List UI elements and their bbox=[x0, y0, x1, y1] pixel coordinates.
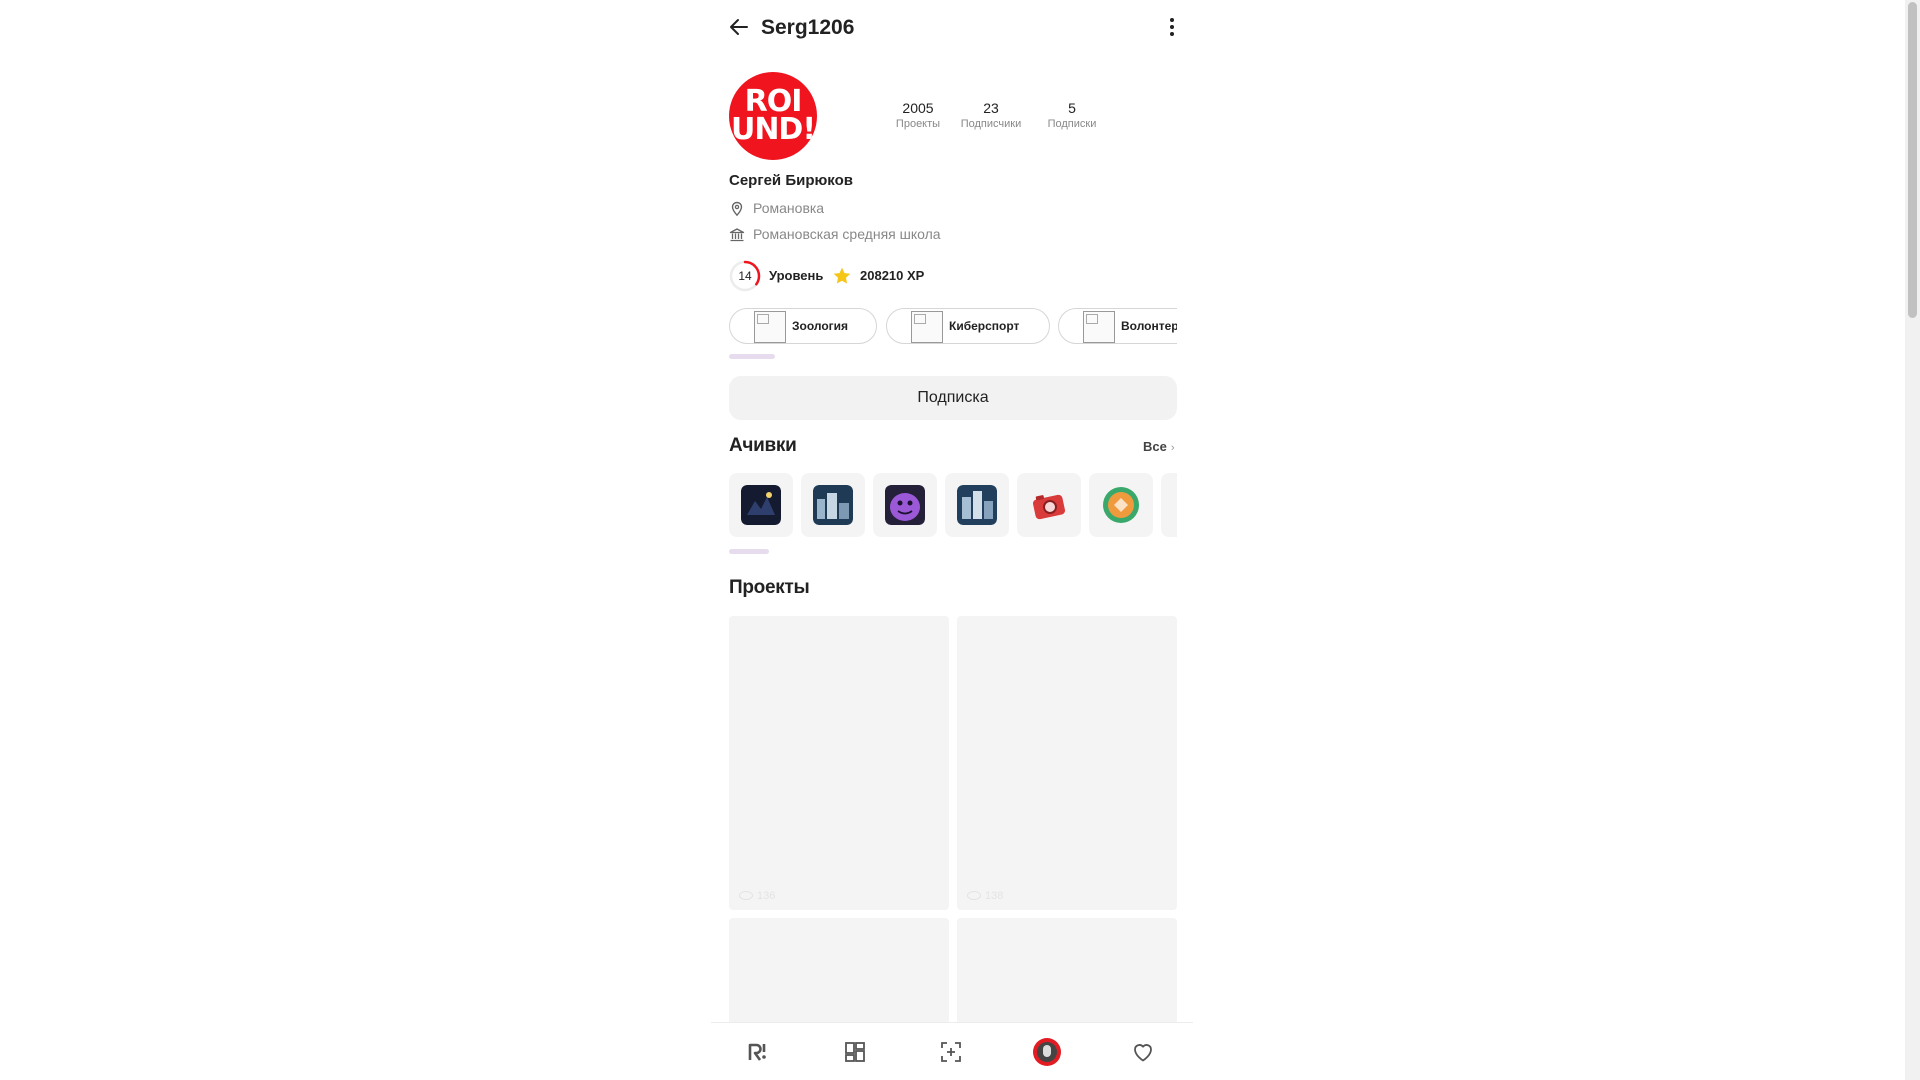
top-bar: Serg1206 bbox=[711, 0, 1193, 55]
nav-favorites[interactable] bbox=[1095, 1023, 1191, 1080]
location-pin-icon bbox=[731, 201, 743, 217]
interest-chip-label: Зоология bbox=[792, 319, 849, 333]
interest-chip-volunteering[interactable]: Волонтерство bbox=[1058, 308, 1177, 344]
achievement-item[interactable] bbox=[729, 473, 793, 537]
achievements-title: Ачивки bbox=[729, 435, 797, 456]
level-number: 14 bbox=[738, 269, 752, 283]
achievements-all-link[interactable]: Все › bbox=[1143, 439, 1175, 454]
interests-scroll-indicator bbox=[729, 354, 775, 359]
all-link-label: Все bbox=[1143, 439, 1167, 454]
interest-chip-zoology[interactable]: Зоология bbox=[729, 308, 877, 344]
achievement-city-scene-icon bbox=[957, 485, 997, 525]
projects-title: Проекты bbox=[729, 577, 810, 598]
level-label: Уровень bbox=[769, 268, 824, 283]
achievement-item[interactable] bbox=[1089, 473, 1153, 537]
projects-grid: 136 138 bbox=[729, 616, 1177, 1036]
broken-image-icon bbox=[911, 311, 943, 343]
project-views-count: 138 bbox=[985, 890, 1004, 902]
location-text: Романовка bbox=[753, 200, 825, 216]
page-scrollbar[interactable] bbox=[1905, 0, 1920, 1080]
achievements-scroller[interactable] bbox=[729, 473, 1177, 539]
star-icon bbox=[833, 267, 851, 284]
stat-following[interactable]: 5 Подписки bbox=[1041, 100, 1103, 132]
profile-screen: Serg1206 ROI UND! 2005 Проекты 23 Подпис… bbox=[711, 0, 1193, 1080]
stat-followers[interactable]: 23 Подписчики bbox=[955, 100, 1027, 132]
broken-image-icon bbox=[754, 311, 786, 343]
heart-icon bbox=[1134, 1044, 1152, 1062]
page: Serg1206 ROI UND! 2005 Проекты 23 Подпис… bbox=[0, 0, 1920, 1080]
achievement-orange-badge-icon bbox=[1103, 487, 1139, 523]
avatar-icon bbox=[1033, 1038, 1061, 1066]
bottom-navigation bbox=[711, 1022, 1193, 1080]
school-text: Романовская средняя школа bbox=[753, 226, 941, 242]
nav-profile[interactable] bbox=[999, 1023, 1095, 1080]
project-views-count: 136 bbox=[757, 890, 776, 902]
scrollbar-thumb[interactable] bbox=[1908, 2, 1917, 318]
location-row: Романовка bbox=[729, 199, 1029, 219]
page-title: Serg1206 bbox=[761, 16, 855, 39]
achievement-red-camera-icon bbox=[1032, 494, 1066, 520]
profile-avatar[interactable]: ROI UND! bbox=[729, 72, 817, 160]
project-views: 136 bbox=[739, 890, 775, 902]
project-card[interactable] bbox=[957, 918, 1177, 1036]
stat-projects[interactable]: 2005 Проекты bbox=[891, 100, 945, 132]
arrow-left-icon[interactable] bbox=[727, 15, 751, 39]
achievement-partial-icon bbox=[1173, 485, 1177, 525]
stat-following-value: 5 bbox=[1068, 100, 1076, 116]
achievement-purple-monster-icon bbox=[885, 485, 925, 525]
interest-chip-label: Киберспорт bbox=[949, 319, 1020, 333]
stat-projects-label: Проекты bbox=[895, 118, 941, 130]
project-views: 138 bbox=[967, 890, 1003, 902]
full-name: Сергей Бирюков bbox=[729, 172, 853, 189]
chevron-right-icon: › bbox=[1170, 442, 1175, 454]
achievement-city-scene-icon bbox=[813, 485, 853, 525]
school-building-icon bbox=[729, 228, 745, 242]
broken-image-icon bbox=[1083, 311, 1115, 343]
achievements-scroll-indicator bbox=[729, 549, 769, 554]
eye-icon bbox=[967, 891, 981, 900]
interest-chip-label: Волонтерство bbox=[1121, 319, 1177, 333]
achievement-item[interactable] bbox=[1161, 473, 1177, 537]
school-row: Романовская средняя школа bbox=[729, 225, 1029, 245]
achievement-item[interactable] bbox=[873, 473, 937, 537]
achievement-dark-scene-icon bbox=[741, 485, 781, 525]
more-vertical-icon[interactable] bbox=[1160, 15, 1184, 39]
stat-followers-label: Подписчики bbox=[960, 118, 1022, 130]
add-frame-icon bbox=[941, 1042, 961, 1062]
interests-scroller[interactable]: Зоология Киберспорт Волонтерство bbox=[729, 308, 1177, 346]
level-row: 14 Уровень 208210 XP bbox=[729, 260, 1029, 292]
nav-create[interactable] bbox=[903, 1023, 999, 1080]
stat-projects-value: 2005 bbox=[902, 100, 934, 116]
stat-followers-value: 23 bbox=[983, 100, 999, 116]
xp-value: 208210 XP bbox=[860, 268, 925, 283]
eye-icon bbox=[739, 891, 753, 900]
stat-following-label: Подписки bbox=[1047, 118, 1097, 130]
nav-home[interactable] bbox=[711, 1023, 807, 1080]
nav-feed[interactable] bbox=[807, 1023, 903, 1080]
round-logo-icon bbox=[748, 1043, 766, 1061]
project-card[interactable]: 136 bbox=[729, 616, 949, 910]
avatar-logo-line-2: UND! bbox=[730, 112, 816, 147]
achievement-item[interactable] bbox=[1017, 473, 1081, 537]
grid-icon bbox=[845, 1042, 865, 1062]
subscribe-button[interactable]: Подписка bbox=[729, 376, 1177, 420]
project-card[interactable]: 138 bbox=[957, 616, 1177, 910]
project-card[interactable] bbox=[729, 918, 949, 1036]
achievement-item[interactable] bbox=[945, 473, 1009, 537]
achievement-item[interactable] bbox=[801, 473, 865, 537]
interest-chip-esports[interactable]: Киберспорт bbox=[886, 308, 1050, 344]
